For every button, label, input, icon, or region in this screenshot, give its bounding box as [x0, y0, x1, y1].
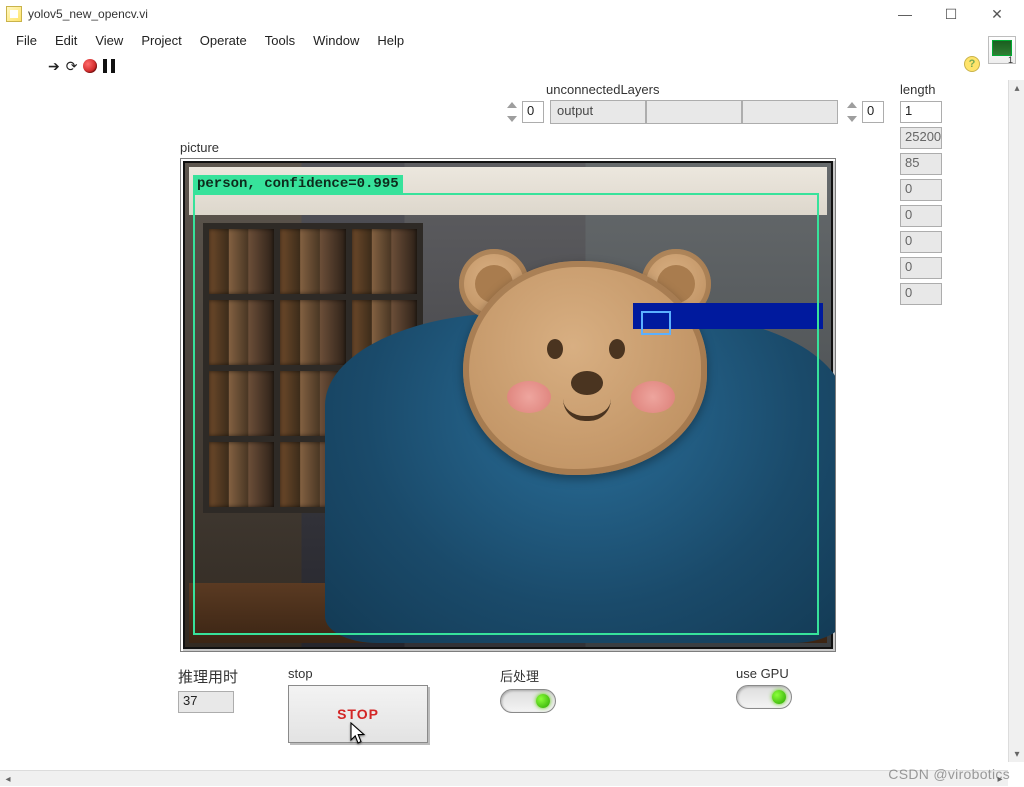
- unconnected-layers-label: unconnectedLayers: [546, 82, 659, 97]
- scroll-up-icon[interactable]: ▴: [1009, 80, 1024, 96]
- unconnected-layer-cell-1[interactable]: [646, 100, 742, 124]
- menu-operate[interactable]: Operate: [192, 31, 255, 50]
- stop-group: stop STOP: [288, 666, 428, 743]
- labview-vi-icon: [6, 6, 22, 22]
- led-dot-icon: [536, 694, 550, 708]
- picture-indicator: person, confidence=0.995: [180, 158, 836, 652]
- use-gpu-label: use GPU: [736, 666, 792, 681]
- unconnected-layers-control: 0 output 0: [504, 100, 884, 124]
- unconnected-layer-cell-0[interactable]: output: [550, 100, 646, 124]
- window-title: yolov5_new_opencv.vi: [28, 7, 148, 21]
- context-help-icon[interactable]: ?: [964, 56, 980, 72]
- menu-help[interactable]: Help: [369, 31, 412, 50]
- menu-view[interactable]: View: [87, 31, 131, 50]
- infer-time-value: 37: [178, 691, 234, 713]
- use-gpu-group: use GPU: [736, 666, 792, 709]
- length-label: length: [900, 82, 942, 97]
- vi-connector-icon[interactable]: [988, 36, 1016, 64]
- infer-time-group: 推理用时 37: [178, 666, 238, 713]
- length-cell-2[interactable]: 85: [900, 153, 942, 175]
- array-index-spinner[interactable]: [504, 100, 522, 124]
- menu-file[interactable]: File: [8, 31, 45, 50]
- unconnected-layer-cell-2[interactable]: [742, 100, 838, 124]
- window-minimize-button[interactable]: —: [882, 0, 928, 28]
- detection-label: person, confidence=0.995: [193, 175, 403, 193]
- infer-time-label: 推理用时: [178, 666, 238, 687]
- length-cell-7[interactable]: 0: [900, 283, 942, 305]
- detection-box-person: [193, 193, 819, 635]
- scroll-down-icon[interactable]: ▾: [1009, 746, 1024, 762]
- led-dot-icon: [772, 690, 786, 704]
- length-cell-0[interactable]: 1: [900, 101, 942, 123]
- menu-project[interactable]: Project: [133, 31, 189, 50]
- run-continuous-icon[interactable]: ⟳: [66, 58, 78, 75]
- menu-bar: File Edit View Project Operate Tools Win…: [0, 28, 1024, 52]
- array-index2-spinner[interactable]: [844, 100, 862, 124]
- length-cell-6[interactable]: 0: [900, 257, 942, 279]
- use-gpu-led[interactable]: [736, 685, 792, 709]
- length-cell-5[interactable]: 0: [900, 231, 942, 253]
- length-cell-4[interactable]: 0: [900, 205, 942, 227]
- title-bar: yolov5_new_opencv.vi — ☐ ✕: [0, 0, 1024, 28]
- postproc-group: 后处理: [500, 666, 556, 713]
- menu-edit[interactable]: Edit: [47, 31, 85, 50]
- window-close-button[interactable]: ✕: [974, 0, 1020, 28]
- stop-button[interactable]: STOP: [288, 685, 428, 743]
- stop-label: stop: [288, 666, 428, 681]
- watermark-text: CSDN @virobotics: [888, 766, 1010, 782]
- vertical-scrollbar[interactable]: ▴ ▾: [1008, 80, 1024, 762]
- toolbar: ➔ ⟳: [0, 52, 1024, 80]
- scroll-left-icon[interactable]: ◂: [0, 771, 16, 787]
- postproc-label: 后处理: [500, 666, 556, 685]
- pause-button-icon[interactable]: [103, 59, 115, 73]
- menu-tools[interactable]: Tools: [257, 31, 303, 50]
- run-button-icon[interactable]: ➔: [48, 58, 60, 75]
- length-cell-3[interactable]: 0: [900, 179, 942, 201]
- menu-window[interactable]: Window: [305, 31, 367, 50]
- array-index-value[interactable]: 0: [522, 101, 544, 123]
- unconnected-layers-group: unconnectedLayers: [546, 82, 659, 101]
- postproc-led[interactable]: [500, 689, 556, 713]
- picture-label: picture: [180, 140, 219, 155]
- length-array-group: length 1 25200 85 0 0 0 0 0: [900, 82, 942, 309]
- length-cell-1[interactable]: 25200: [900, 127, 942, 149]
- window-maximize-button[interactable]: ☐: [928, 0, 974, 28]
- array-index2-value[interactable]: 0: [862, 101, 884, 123]
- abort-button-icon[interactable]: [83, 59, 97, 73]
- horizontal-scrollbar[interactable]: ◂ ▸: [0, 770, 1008, 786]
